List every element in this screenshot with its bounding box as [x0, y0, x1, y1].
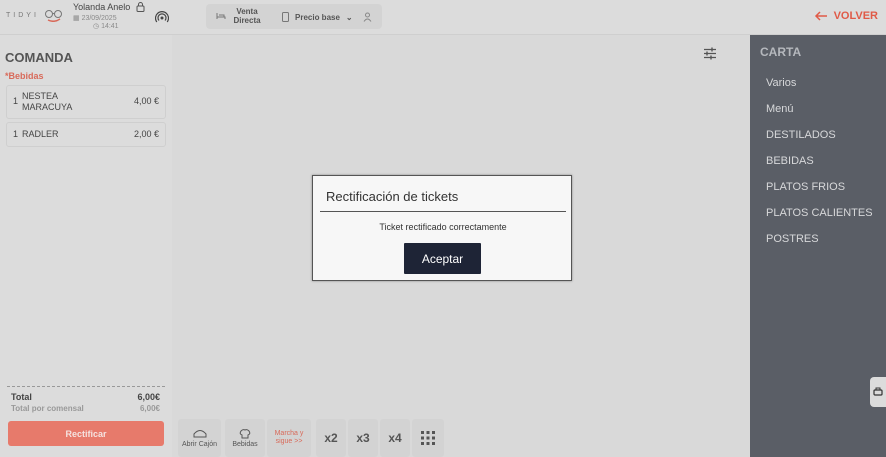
dialog-divider [320, 211, 566, 212]
rectify-dialog: Rectificación de tickets Ticket rectific… [312, 175, 572, 281]
dialog-title: Rectificación de tickets [326, 189, 459, 204]
accept-button[interactable]: Aceptar [404, 243, 481, 274]
dialog-message: Ticket rectificado correctamente [379, 222, 507, 232]
